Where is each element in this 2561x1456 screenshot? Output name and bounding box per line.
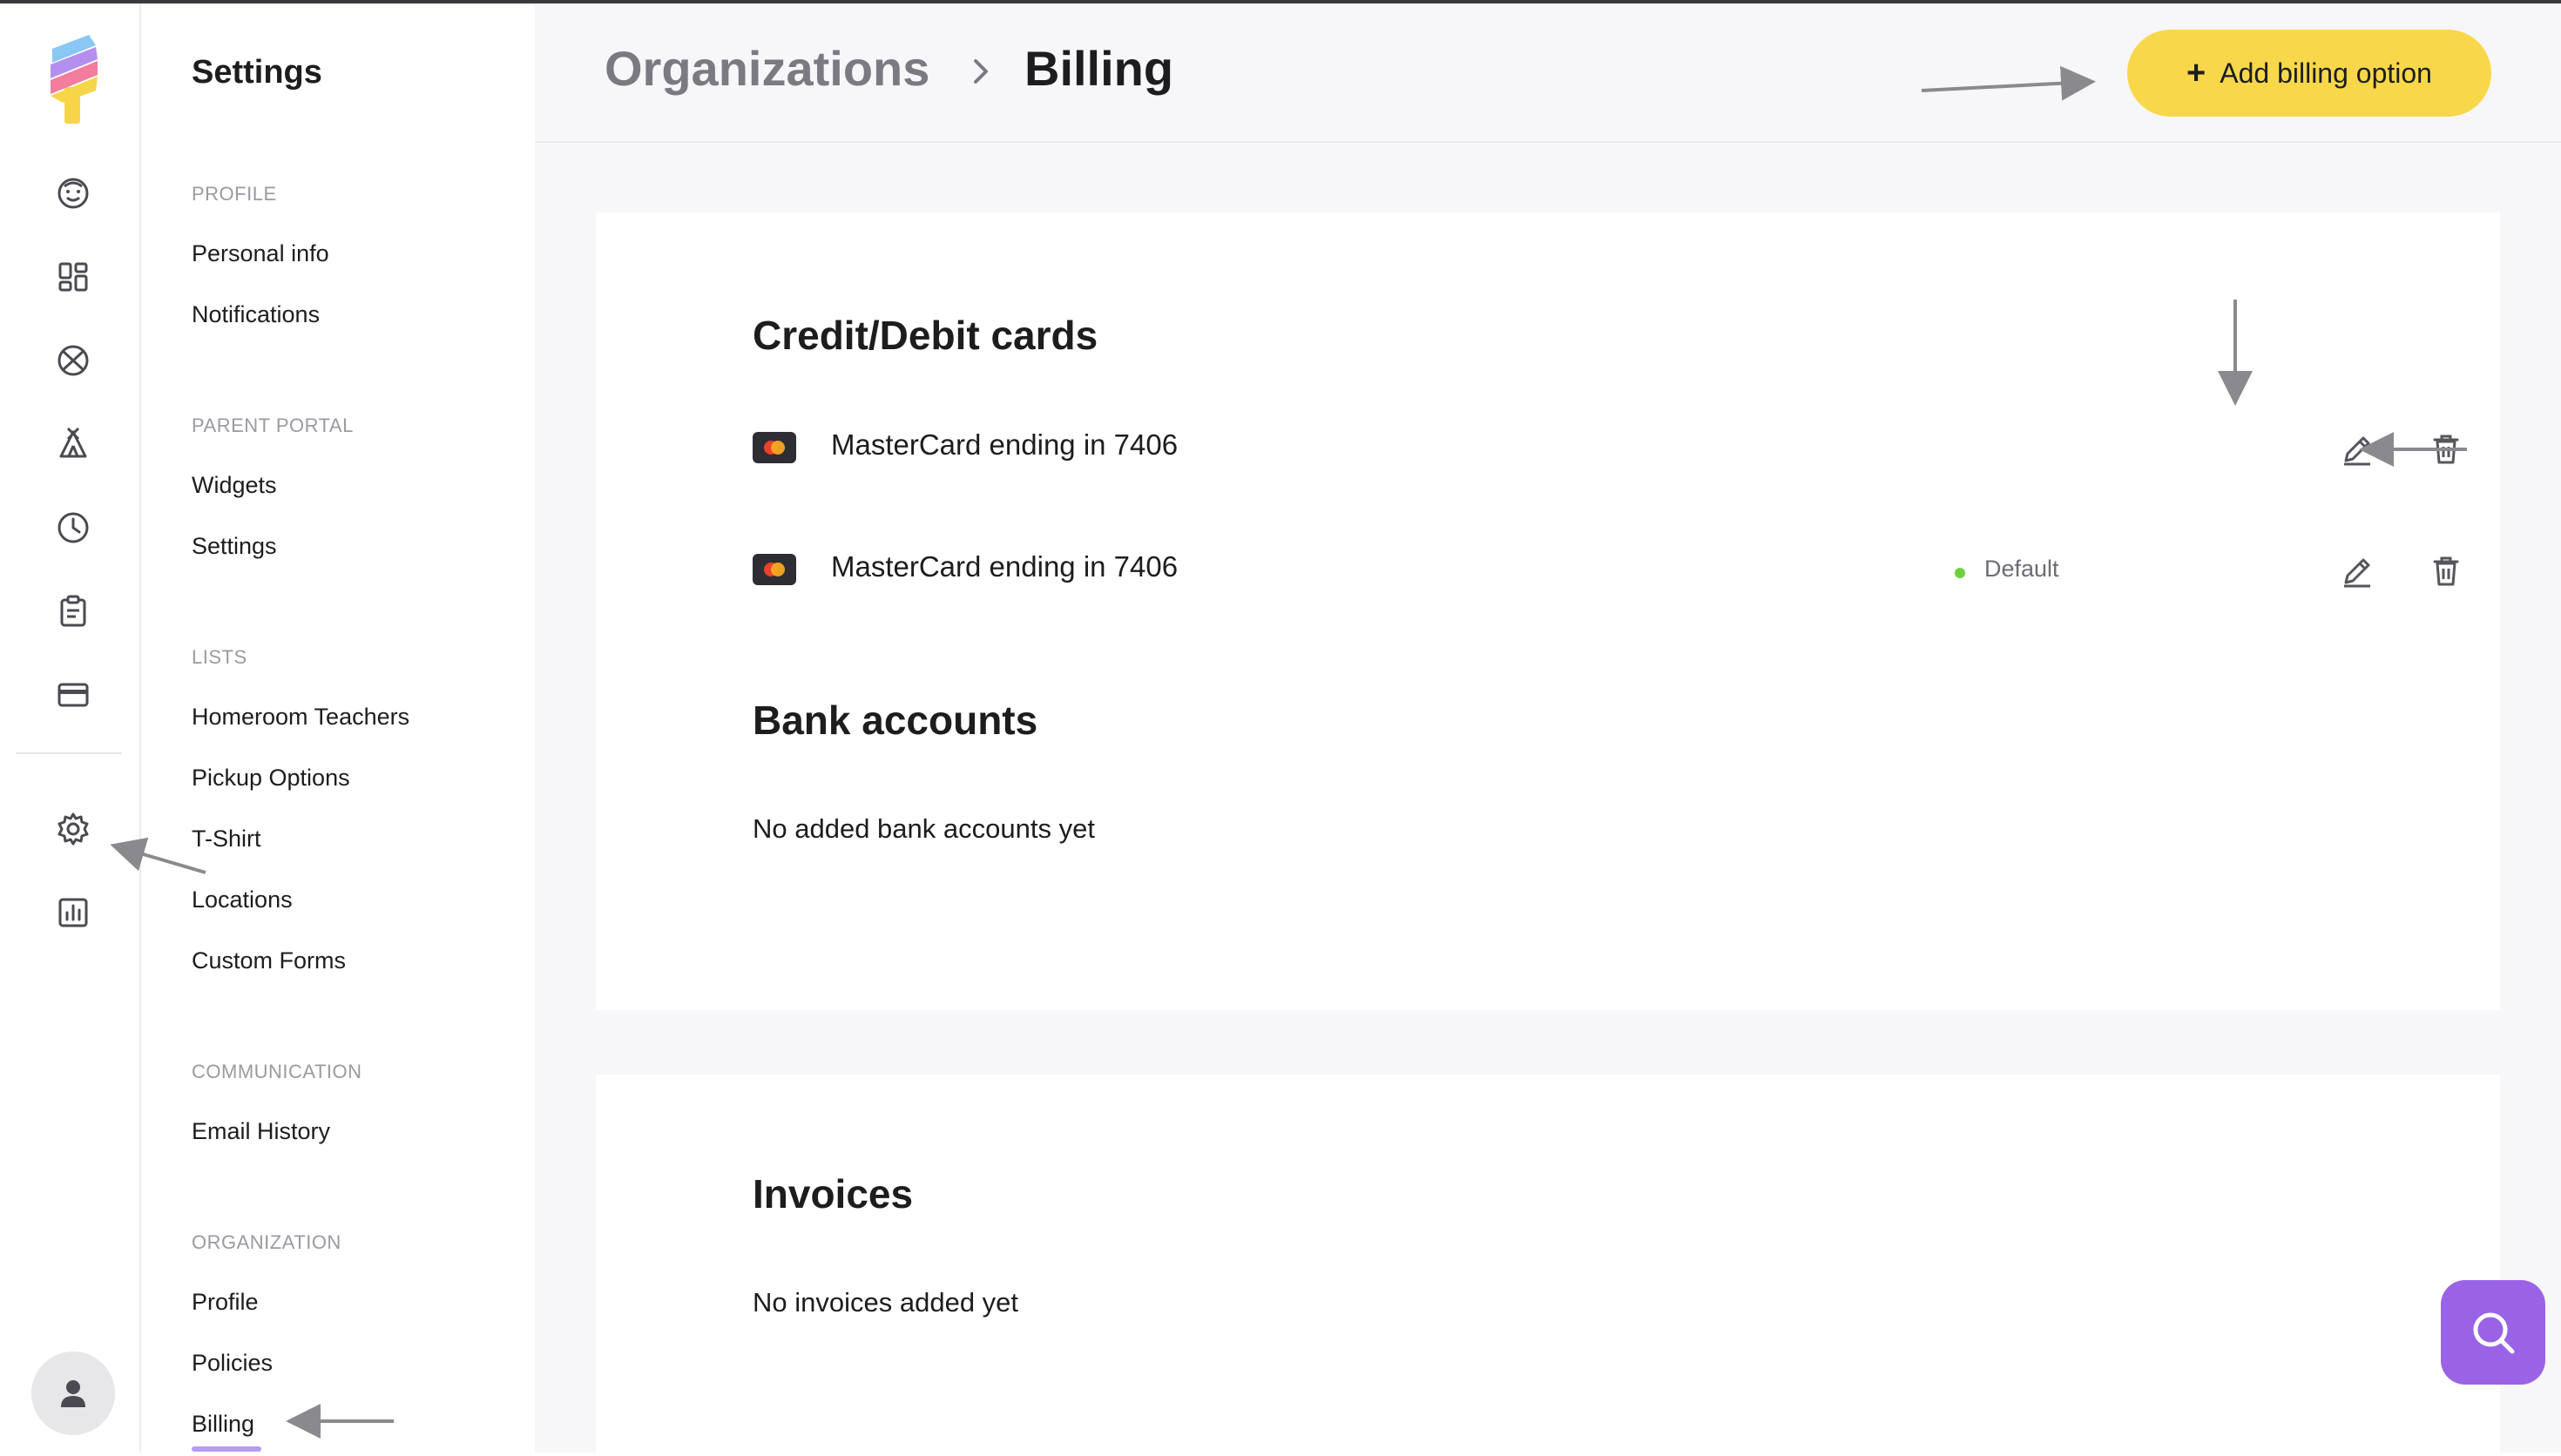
- card-row: MasterCard ending in 7406 Default: [753, 545, 2459, 601]
- add-billing-option-label: Add billing option: [2220, 57, 2432, 89]
- gear-icon[interactable]: [45, 801, 101, 857]
- bank-accounts-heading: Bank accounts: [753, 698, 1038, 743]
- search-icon: [2473, 1312, 2515, 1354]
- dashboard-icon[interactable]: [45, 249, 101, 305]
- smiley-icon[interactable]: [45, 165, 101, 221]
- section-label-profile: PROFILE: [192, 183, 277, 205]
- card-label: MasterCard ending in 7406: [831, 428, 1179, 461]
- delete-icon[interactable]: [2425, 428, 2467, 470]
- delete-icon[interactable]: [2425, 550, 2467, 592]
- breadcrumb-organizations[interactable]: Organizations: [605, 40, 929, 97]
- active-item-indicator: [192, 1446, 261, 1452]
- sidebar-item-profile[interactable]: Profile: [192, 1289, 259, 1316]
- sports-ball-icon[interactable]: [45, 333, 101, 388]
- mastercard-icon: [753, 554, 796, 585]
- icon-rail: [0, 3, 141, 1453]
- edit-icon[interactable]: [2336, 428, 2378, 470]
- invoices-heading: Invoices: [753, 1171, 914, 1217]
- sidebar-item-homeroom-teachers[interactable]: Homeroom Teachers: [192, 704, 409, 731]
- edit-icon[interactable]: [2336, 550, 2378, 592]
- sidebar-item-t-shirt[interactable]: T-Shirt: [192, 826, 261, 853]
- default-badge: Default: [1984, 556, 2059, 582]
- sidebar-item-notifications[interactable]: Notifications: [192, 301, 320, 328]
- sidebar-item-custom-forms[interactable]: Custom Forms: [192, 947, 346, 974]
- sidebar-item-email-history[interactable]: Email History: [192, 1118, 330, 1145]
- bank-accounts-empty-text: No added bank accounts yet: [753, 813, 1095, 844]
- avatar[interactable]: [31, 1352, 115, 1435]
- mastercard-icon: [753, 432, 796, 463]
- sidebar-item-personal-info[interactable]: Personal info: [192, 240, 329, 267]
- section-label-communication: COMMUNICATION: [192, 1061, 362, 1082]
- cards-heading: Credit/Debit cards: [753, 313, 1098, 358]
- rail-divider: [16, 752, 122, 754]
- sidebar-item-widgets[interactable]: Widgets: [192, 472, 277, 499]
- sidebar-item-billing[interactable]: Billing: [192, 1411, 254, 1438]
- chart-icon[interactable]: [45, 885, 101, 940]
- invoices-card: Invoices No invoices added yet: [596, 1075, 2500, 1456]
- billing-methods-card: Credit/Debit cards MasterCard ending in …: [596, 212, 2500, 1010]
- sidebar-item-locations[interactable]: Locations: [192, 886, 293, 913]
- card-row: MasterCard ending in 7406: [753, 423, 2459, 479]
- chevron-right-icon: [974, 59, 988, 84]
- invoices-empty-text: No invoices added yet: [753, 1287, 1019, 1318]
- plus-icon: +: [2186, 54, 2206, 91]
- page-title: Billing: [1024, 41, 1174, 96]
- default-status-dot: [1955, 568, 1965, 578]
- clock-icon[interactable]: [45, 500, 101, 556]
- sidebar-item-policies[interactable]: Policies: [192, 1350, 273, 1377]
- tent-icon[interactable]: [45, 416, 101, 472]
- help-search-button[interactable]: [2441, 1280, 2545, 1385]
- page-header: Organizations Billing + Add billing opti…: [535, 3, 2561, 143]
- section-label-lists: LISTS: [192, 646, 247, 668]
- card-label: MasterCard ending in 7406: [831, 550, 1179, 583]
- add-billing-option-button[interactable]: + Add billing option: [2127, 30, 2491, 117]
- sidebar-item-pickup-options[interactable]: Pickup Options: [192, 765, 350, 792]
- app-logo[interactable]: [45, 33, 101, 124]
- sidebar-title: Settings: [192, 54, 322, 91]
- clipboard-icon[interactable]: [45, 583, 101, 639]
- main-content: Organizations Billing + Add billing opti…: [535, 3, 2561, 1456]
- sidebar-item-settings[interactable]: Settings: [192, 533, 277, 560]
- settings-sidebar: Settings PROFILE Personal info Notificat…: [141, 3, 535, 1453]
- credit-card-icon[interactable]: [45, 667, 101, 723]
- section-label-organization: ORGANIZATION: [192, 1231, 341, 1253]
- section-label-parent-portal: PARENT PORTAL: [192, 415, 354, 436]
- user-icon: [61, 1380, 85, 1407]
